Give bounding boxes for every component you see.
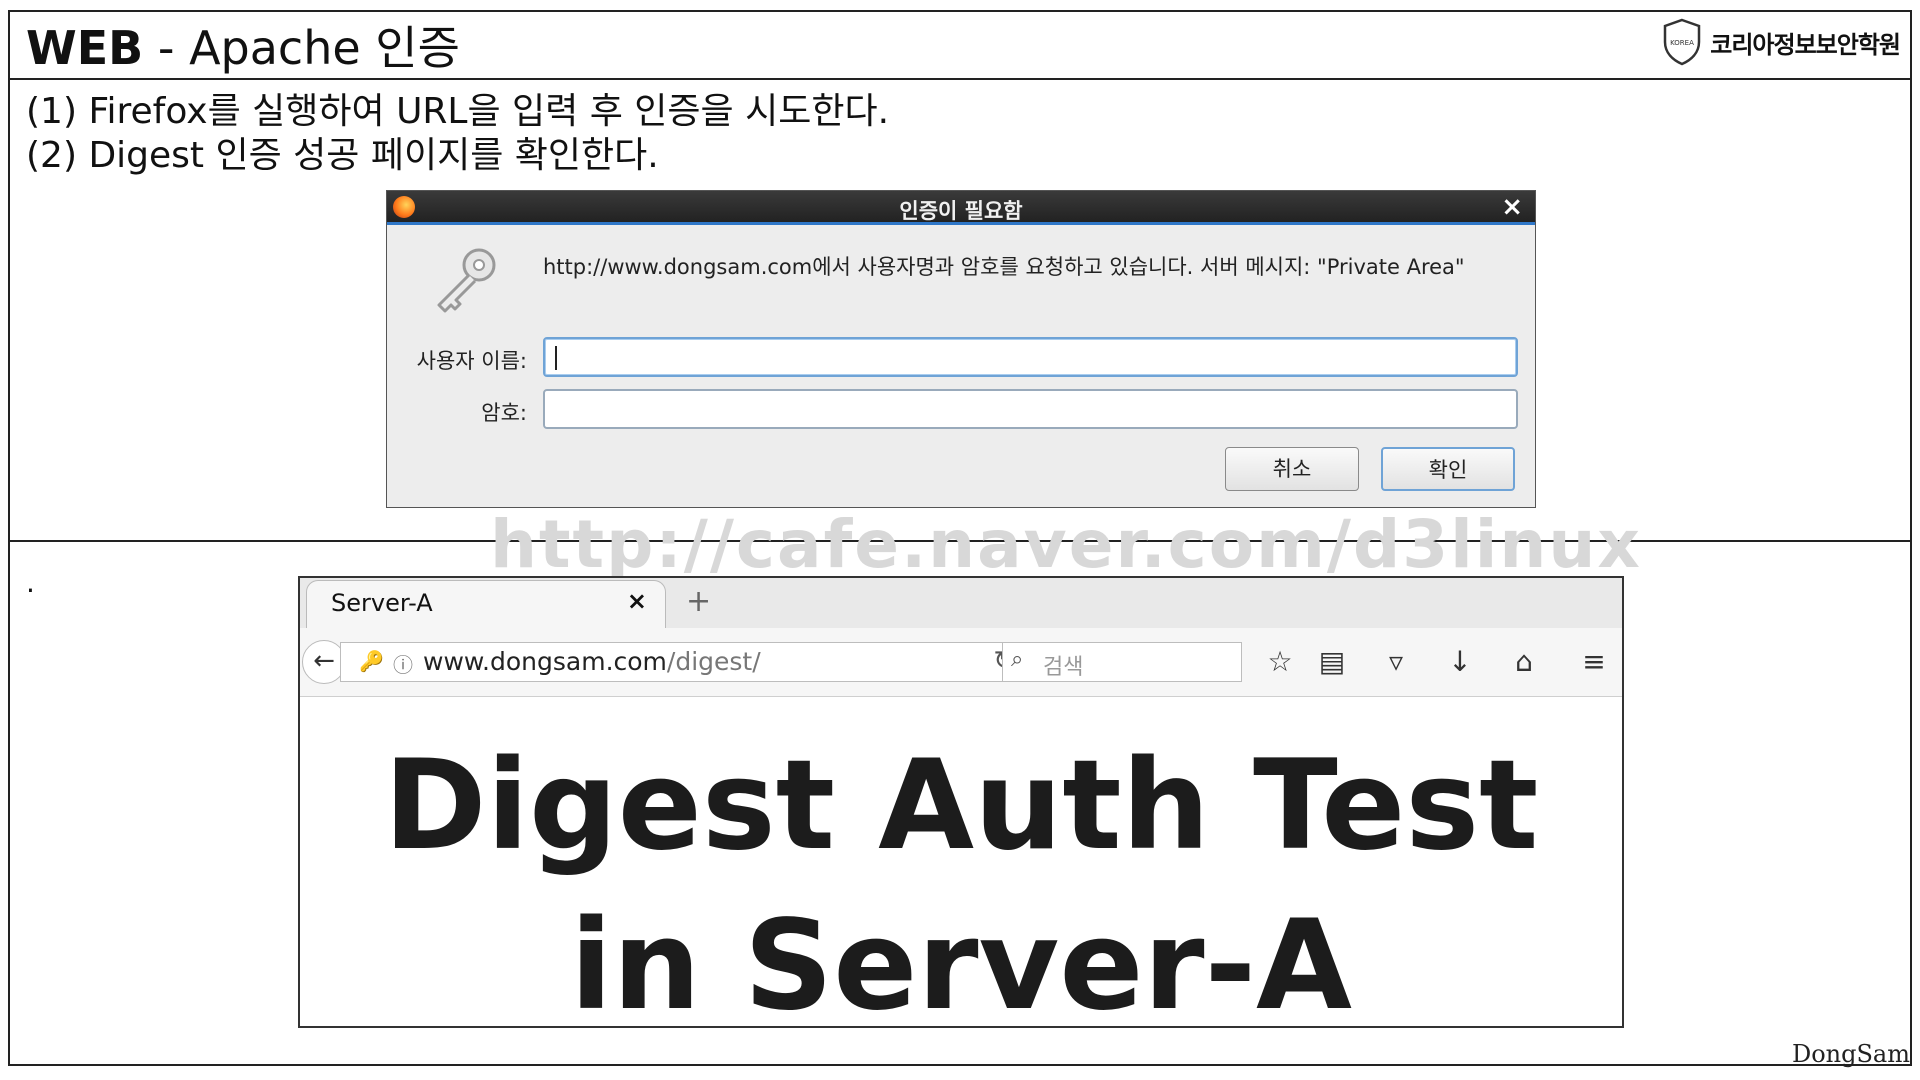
header-divider [8,78,1912,80]
svg-text:KOREA: KOREA [1670,39,1694,47]
nav-bar: ← 🔑 ⓘ www.dongsam.com/digest/ ↻ ⌕ 검색 ☆ ▤… [300,628,1622,697]
dialog-title: 인증이 필요함 [899,199,1023,223]
auth-dialog: 인증이 필요함 × http://www.dongsam.com에서 사용자명과… [386,190,1536,508]
pocket-icon[interactable]: ▿ [1376,642,1416,682]
shield-icon: KOREA [1664,18,1701,66]
tab-server-a[interactable]: Server-A × [306,580,666,628]
slide-title: WEB - Apache 인증 [26,21,460,75]
url-bar[interactable]: 🔑 ⓘ www.dongsam.com/digest/ ↻ [340,642,1028,682]
back-arrow-icon: ← [313,646,335,676]
key-icon [437,248,496,313]
downloads-icon[interactable]: ↓ [1440,642,1480,682]
info-icon[interactable]: ⓘ [393,649,413,678]
page-heading: Digest Auth Test in Server-A [300,726,1622,1046]
search-bar[interactable]: ⌕ 검색 [1002,642,1242,682]
bookmark-star-icon[interactable]: ☆ [1260,642,1300,682]
dialog-titlebar: 인증이 필요함 × [387,191,1535,225]
username-field[interactable] [543,337,1518,377]
dialog-close-icon[interactable]: × [1501,192,1523,222]
search-icon: ⌕ [1011,647,1024,672]
step-1-text: (1) Firefox를 실행하여 URL을 입력 후 인증을 시도한다. [26,91,890,132]
tab-bar: Server-A × + [300,578,1622,629]
cancel-button[interactable]: 취소 [1225,447,1359,491]
tab-close-icon[interactable]: × [627,587,647,615]
key-icon: 🔑 [359,649,384,673]
tab-title: Server-A [331,589,433,617]
academy-logo: KOREA 코리아정보보안학원 [1662,16,1901,68]
bullet-dot: . [26,566,35,599]
bookmarks-list-icon[interactable]: ▤ [1312,642,1352,682]
heading-line-2: in Server-A [569,894,1353,1038]
watermark-url: http://cafe.naver.com/d3linux [490,506,1642,583]
dialog-message: http://www.dongsam.com에서 사용자명과 암호를 요청하고 … [543,255,1465,279]
menu-icon[interactable]: ≡ [1574,642,1614,682]
ok-button[interactable]: 확인 [1381,447,1515,491]
footer-author: DongSam [1791,1040,1910,1068]
password-field[interactable] [543,389,1518,429]
search-placeholder: 검색 [1043,655,1084,680]
new-tab-icon[interactable]: + [686,584,711,619]
browser-window: Server-A × + ← 🔑 ⓘ www.dongsam.com/diges… [298,576,1624,1038]
step-2-text: (2) Digest 인증 성공 페이지를 확인한다. [26,135,659,176]
url-text: www.dongsam.com/digest/ [423,647,761,676]
text-caret [555,346,557,370]
username-label: 사용자 이름: [416,349,527,373]
home-icon[interactable]: ⌂ [1504,642,1544,682]
password-label: 암호: [481,401,527,425]
logo-name: 코리아정보보안학원 [1710,30,1901,59]
heading-line-1: Digest Auth Test [383,734,1539,878]
